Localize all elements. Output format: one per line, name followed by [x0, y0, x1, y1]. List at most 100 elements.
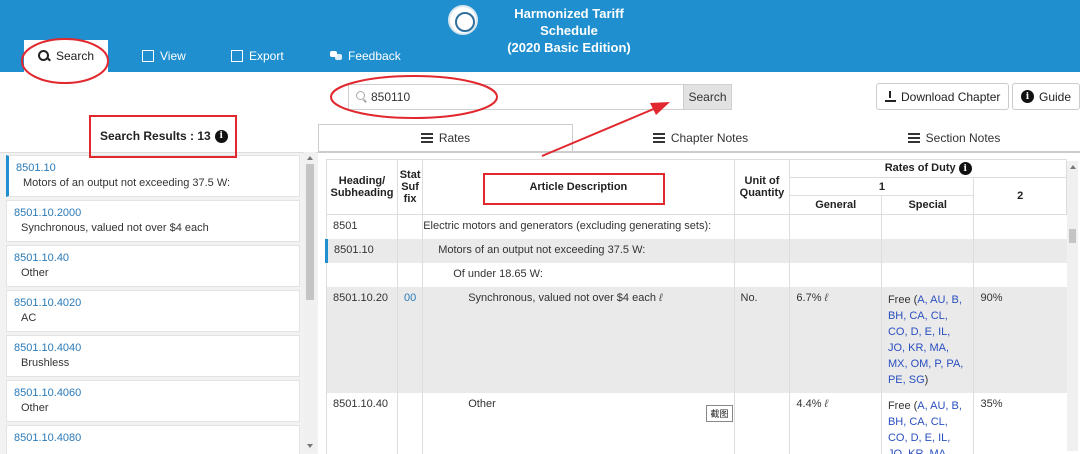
document-icon	[142, 50, 154, 62]
info-icon[interactable]: i	[958, 162, 972, 176]
download-chapter-button[interactable]: Download Chapter	[876, 83, 1010, 110]
result-desc: Other	[21, 267, 49, 279]
cell-stat[interactable]: 00	[396, 286, 423, 393]
nav-view-label: View	[160, 49, 186, 63]
rates-of-duty-label: Rates of Duty	[884, 161, 956, 174]
cell-stat	[396, 392, 423, 454]
rates-table-panel: Heading/ Subheading Stat Suf fix Article…	[318, 151, 1080, 454]
search-input[interactable]	[371, 85, 683, 109]
guide-label: Guide	[1039, 89, 1072, 104]
cell-general	[789, 238, 882, 263]
nav-feedback[interactable]: Feedback	[330, 40, 401, 72]
result-desc: Other	[21, 402, 49, 414]
list-item[interactable]: 8501.10.4080	[6, 425, 300, 454]
cell-general: 6.7% ℓ	[789, 286, 882, 393]
results-scrollbar[interactable]	[304, 152, 316, 452]
nav-export[interactable]: Export	[231, 40, 284, 72]
cell-unit	[733, 262, 790, 287]
export-icon	[231, 50, 243, 62]
footnote-icon[interactable]: ℓ	[659, 292, 663, 304]
special-program-links[interactable]: A, AU, B, BH, CA, CL, CO, D, E, IL, JO, …	[888, 294, 963, 386]
cell-special	[880, 214, 974, 239]
special-prefix: Free (	[887, 399, 918, 412]
table-row[interactable]: Of under 18.65 W:	[326, 262, 1067, 287]
table-row[interactable]: 8501 Electric motors and generators (exc…	[326, 214, 1067, 239]
cell-unit	[733, 238, 790, 263]
info-icon: i	[1021, 90, 1034, 103]
cell-general	[789, 262, 882, 287]
result-code: 8501.10.4040	[14, 342, 82, 354]
guide-button[interactable]: i Guide	[1012, 83, 1080, 110]
cell-desc: Of under 18.65 W:	[422, 262, 734, 287]
download-icon	[885, 91, 896, 102]
cell-desc: Motors of an output not exceeding 37.5 W…	[422, 238, 734, 263]
tab-section-notes-label: Section Notes	[925, 130, 1001, 145]
cell-stat	[396, 238, 423, 263]
col-article-description: Article Description	[422, 159, 735, 215]
app-title-line1: Harmonized Tariff Schedule	[514, 6, 624, 38]
cell-general	[789, 214, 882, 239]
tab-chapter-notes[interactable]: Chapter Notes	[573, 124, 828, 151]
cell-unit	[733, 392, 790, 454]
search-results-label: Search Results : 13	[100, 129, 211, 143]
footnote-icon[interactable]: ℓ	[825, 398, 829, 410]
search-icon	[38, 50, 50, 62]
search-results-list: 8501.10 Motors of an output not exceedin…	[0, 152, 318, 454]
footnote-icon[interactable]: ℓ	[825, 292, 829, 304]
tab-rates[interactable]: Rates	[318, 124, 573, 151]
nav-search-label: Search	[56, 49, 95, 63]
col-rate-2: 2	[973, 177, 1067, 215]
screenshot-tooltip: 截图	[706, 405, 733, 422]
result-desc: AC	[21, 312, 37, 324]
list-item[interactable]: 8501.10 Motors of an output not exceedin…	[6, 155, 300, 197]
col-rates-of-duty: Rates of Duty i	[789, 159, 1067, 178]
table-row[interactable]: 8501.10.20 00 Synchronous, valued not ov…	[326, 286, 1067, 393]
nav-search[interactable]: Search	[24, 40, 109, 72]
scroll-down-icon[interactable]	[307, 444, 313, 448]
table-row[interactable]: 8501.10.40 Other 4.4% ℓ Free (A, AU, B, …	[326, 392, 1067, 454]
result-code: 8501.10	[16, 162, 56, 174]
list-icon	[907, 132, 920, 143]
scroll-up-icon[interactable]	[307, 156, 313, 160]
list-item[interactable]: 8501.10.4040 Brushless	[6, 335, 300, 377]
list-item[interactable]: 8501.10.4020 AC	[6, 290, 300, 332]
cell-heading	[326, 262, 398, 287]
tab-section-notes[interactable]: Section Notes	[828, 124, 1080, 151]
cell-special: Free (A, AU, B, BH, CA, CL, CO, D, E, IL…	[880, 392, 974, 454]
table-row[interactable]: 8501.10 Motors of an output not exceedin…	[325, 238, 1067, 263]
col-heading-subheading: Heading/ Subheading	[326, 159, 398, 215]
usitc-seal-logo	[448, 5, 478, 35]
col-stat-suffix: Stat Suf fix	[396, 159, 424, 215]
cell-unit	[733, 214, 790, 239]
col-unit-of-quantity: Unit of Quantity	[733, 159, 791, 215]
special-prefix: Free (	[887, 293, 918, 306]
scrollbar-thumb[interactable]	[1069, 229, 1076, 243]
search-results-count: Search Results : 13 i	[100, 129, 228, 143]
result-desc: Motors of an output not exceeding 37.5 W…	[23, 177, 231, 189]
list-item[interactable]: 8501.10.4060 Other	[6, 380, 300, 422]
info-icon[interactable]: i	[214, 129, 228, 143]
main-nav: Search View Export Feedback	[0, 40, 1080, 72]
search-button[interactable]: Search	[683, 85, 731, 109]
cell-desc: Other	[422, 392, 734, 454]
nav-feedback-label: Feedback	[348, 49, 401, 63]
tab-chapter-notes-label: Chapter Notes	[670, 130, 749, 145]
top-header: Harmonized Tariff Schedule (2020 Basic E…	[0, 0, 1080, 72]
general-rate: 4.4%	[796, 397, 822, 410]
result-code: 8501.10.4080	[14, 432, 82, 444]
list-item[interactable]: 8501.10.2000 Synchronous, valued not ove…	[6, 200, 300, 242]
table-scrollbar[interactable]	[1067, 161, 1078, 451]
cell-col2	[973, 238, 1067, 263]
cell-general: 4.4% ℓ	[789, 392, 882, 454]
cell-desc: Electric motors and generators (excludin…	[422, 214, 734, 239]
col-special: Special	[880, 195, 975, 215]
desc-text: Synchronous, valued not over $4 each	[468, 291, 656, 304]
feedback-icon	[330, 50, 342, 62]
cell-heading: 8501.10.40	[326, 392, 398, 454]
nav-view[interactable]: View	[142, 40, 186, 72]
cell-stat	[396, 262, 423, 287]
list-item[interactable]: 8501.10.40 Other	[6, 245, 300, 287]
scrollbar-thumb[interactable]	[306, 164, 314, 300]
scroll-up-icon[interactable]	[1070, 165, 1076, 169]
result-code: 8501.10.4060	[14, 387, 82, 399]
